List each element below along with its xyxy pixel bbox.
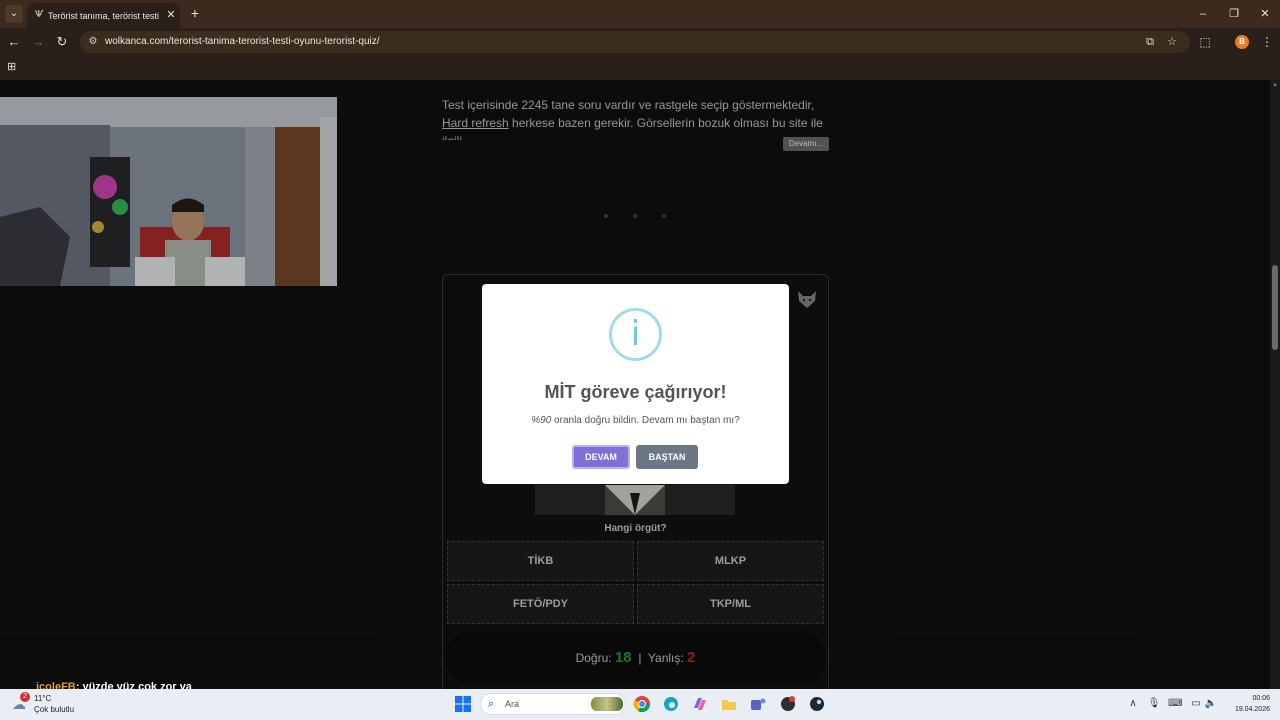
reload-icon[interactable]: ↻ (53, 33, 71, 51)
dialog-message-text: oranla doğru bildin. Devam mı baştan mı? (551, 415, 740, 426)
keyboard-icon[interactable]: ⌨ (1168, 697, 1182, 711)
address-bar[interactable]: ⚙ wolkanca.com/terorist-tanima-terorist-… (80, 31, 1190, 53)
menu-kebab-icon[interactable]: ⋮ (1258, 33, 1276, 51)
page-scrollbar[interactable]: ▲ (1270, 80, 1280, 689)
edge-taskbar-icon[interactable] (661, 694, 681, 714)
weather-widget[interactable]: ☁ 2 11°C Çok bulutlu (12, 692, 92, 718)
bookmarks-bar: ⊞ (0, 56, 1280, 80)
network-icon[interactable]: ▭ (1189, 697, 1203, 711)
folder-icon (722, 700, 736, 710)
dialog-title: MİT göreve çağırıyor! (544, 382, 727, 402)
windows-start-icon[interactable] (455, 696, 471, 712)
copilot-taskbar-icon[interactable] (690, 694, 710, 714)
percent-value: %90 (531, 415, 552, 426)
taskbar-search[interactable]: ⌕ Ara (480, 693, 626, 715)
close-window-icon[interactable]: ✕ (1255, 6, 1275, 22)
browser-toolbar: ← → ↻ ⚙ wolkanca.com/terorist-tanima-ter… (0, 28, 1280, 56)
info-icon: i (609, 308, 662, 361)
chrome-taskbar-icon[interactable] (632, 694, 652, 714)
scroll-thumb[interactable] (1272, 265, 1278, 350)
microphone-icon[interactable]: 🎙 (1147, 697, 1161, 711)
new-tab-icon[interactable]: + (188, 6, 202, 20)
weather-temperature: 11°C (34, 694, 52, 703)
obs-icon (781, 696, 795, 711)
profile-avatar[interactable]: B (1235, 35, 1249, 49)
volume-icon[interactable]: 🔈 (1204, 697, 1218, 711)
scroll-up-icon[interactable]: ▲ (1272, 82, 1278, 88)
steam-icon (810, 697, 824, 711)
weather-description: Çok bulutlu (34, 705, 75, 714)
tray-overflow-icon[interactable]: ∧ (1126, 697, 1140, 711)
site-info-icon[interactable]: ⚙ (86, 34, 100, 50)
teams-icon (751, 698, 766, 710)
web-page: Test içerisinde 2245 tane soru vardır ve… (0, 80, 1270, 689)
edge-icon (664, 697, 678, 711)
windows-taskbar: ☁ 2 11°C Çok bulutlu ⌕ Ara ∧ 🎙 ⌨ ▭ 🔈 00:… (0, 689, 1280, 720)
steam-taskbar-icon[interactable] (807, 694, 827, 714)
clock-date: 19.04.2026 (1234, 706, 1270, 713)
apps-grid-icon[interactable]: ⊞ (7, 61, 19, 73)
file-explorer-taskbar-icon[interactable] (719, 694, 739, 714)
back-icon[interactable]: ← (5, 33, 23, 51)
url-text[interactable]: wolkanca.com/terorist-tanima-terorist-te… (105, 35, 380, 49)
continue-button[interactable]: DEVAM (572, 445, 630, 469)
clock-time: 00:06 (1252, 695, 1270, 702)
wolf-favicon-icon: Ѱ (35, 9, 44, 20)
minimize-icon[interactable]: – (1193, 6, 1213, 22)
teams-taskbar-icon[interactable] (748, 694, 768, 714)
restart-button[interactable]: BAŞTAN (636, 445, 698, 469)
obs-taskbar-icon[interactable] (778, 694, 798, 714)
search-placeholder: Ara (505, 699, 520, 709)
active-tab[interactable]: Ѱ Terörist tanıma, terörist testi oyunu … (27, 3, 180, 28)
system-clock[interactable]: 00:06 19.04.2026 (1222, 693, 1270, 717)
result-dialog: i MİT göreve çağırıyor! %90 oranla doğru… (482, 284, 789, 484)
search-icon: ⌕ (488, 698, 495, 710)
install-app-icon[interactable]: ⧉ (1142, 34, 1158, 50)
tab-search-button[interactable]: ⌄ (5, 5, 23, 23)
tab-title: Terörist tanıma, terörist testi oyunu (48, 11, 160, 21)
tab-close-icon[interactable]: ✕ (165, 8, 177, 22)
bookmark-star-icon[interactable]: ☆ (1164, 34, 1180, 50)
dialog-message: %90 oranla doğru bildin. Devam mı baştan… (482, 413, 789, 429)
search-highlight-image (591, 697, 623, 711)
chrome-icon (633, 696, 651, 713)
restore-icon[interactable]: ❐ (1224, 6, 1244, 22)
extensions-icon[interactable]: ⬚ (1196, 33, 1214, 51)
notification-badge: 2 (20, 692, 30, 702)
copilot-icon (694, 698, 706, 710)
tab-strip: ⌄ Ѱ Terörist tanıma, terörist testi oyun… (0, 0, 1280, 28)
forward-icon[interactable]: → (29, 33, 47, 51)
